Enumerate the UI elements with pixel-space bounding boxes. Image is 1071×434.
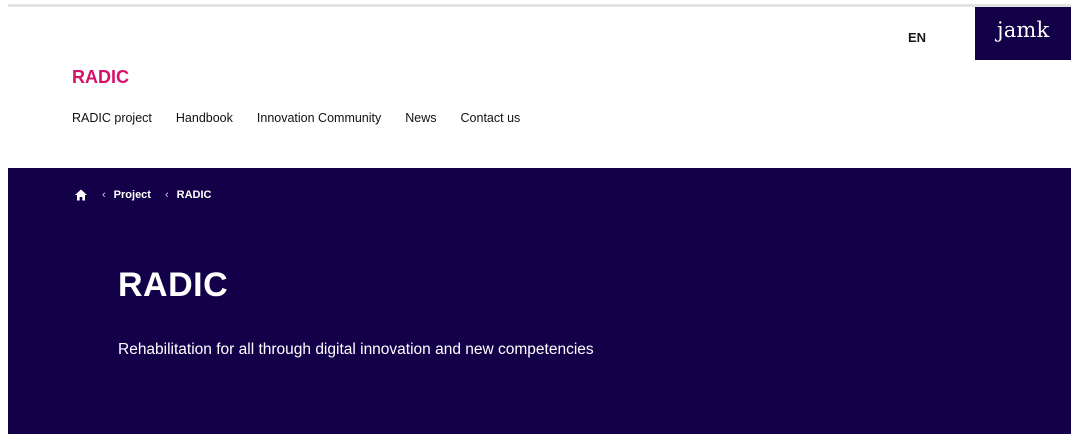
nav-item-handbook[interactable]: Handbook [176, 111, 233, 125]
chevron-left-icon: ‹ [164, 189, 169, 201]
page-subtitle: Rehabilitation for all through digital i… [118, 341, 594, 358]
main-nav: RADIC project Handbook Innovation Commun… [72, 111, 520, 125]
top-divider [8, 4, 1071, 7]
jamk-logo[interactable]: jamk [975, 7, 1071, 60]
page: EN jamk RADIC RADIC project Handbook Inn… [0, 0, 1071, 434]
nav-item-news[interactable]: News [405, 111, 436, 125]
chevron-left-icon: ‹ [102, 189, 106, 201]
language-selector[interactable]: EN [908, 30, 926, 45]
breadcrumb-current: RADIC [176, 189, 212, 201]
nav-item-innovation-community[interactable]: Innovation Community [257, 111, 381, 125]
nav-item-contact-us[interactable]: Contact us [461, 111, 521, 125]
nav-item-radic-project[interactable]: RADIC project [72, 111, 152, 125]
home-icon[interactable] [74, 188, 88, 202]
breadcrumb: ‹ Project ‹ RADIC [74, 188, 211, 202]
page-title: RADIC [118, 266, 229, 304]
breadcrumb-project[interactable]: Project [114, 189, 151, 201]
hero-banner: ‹ Project ‹ RADIC RADIC Rehabilitation f… [8, 168, 1071, 434]
site-title[interactable]: RADIC [72, 67, 129, 88]
